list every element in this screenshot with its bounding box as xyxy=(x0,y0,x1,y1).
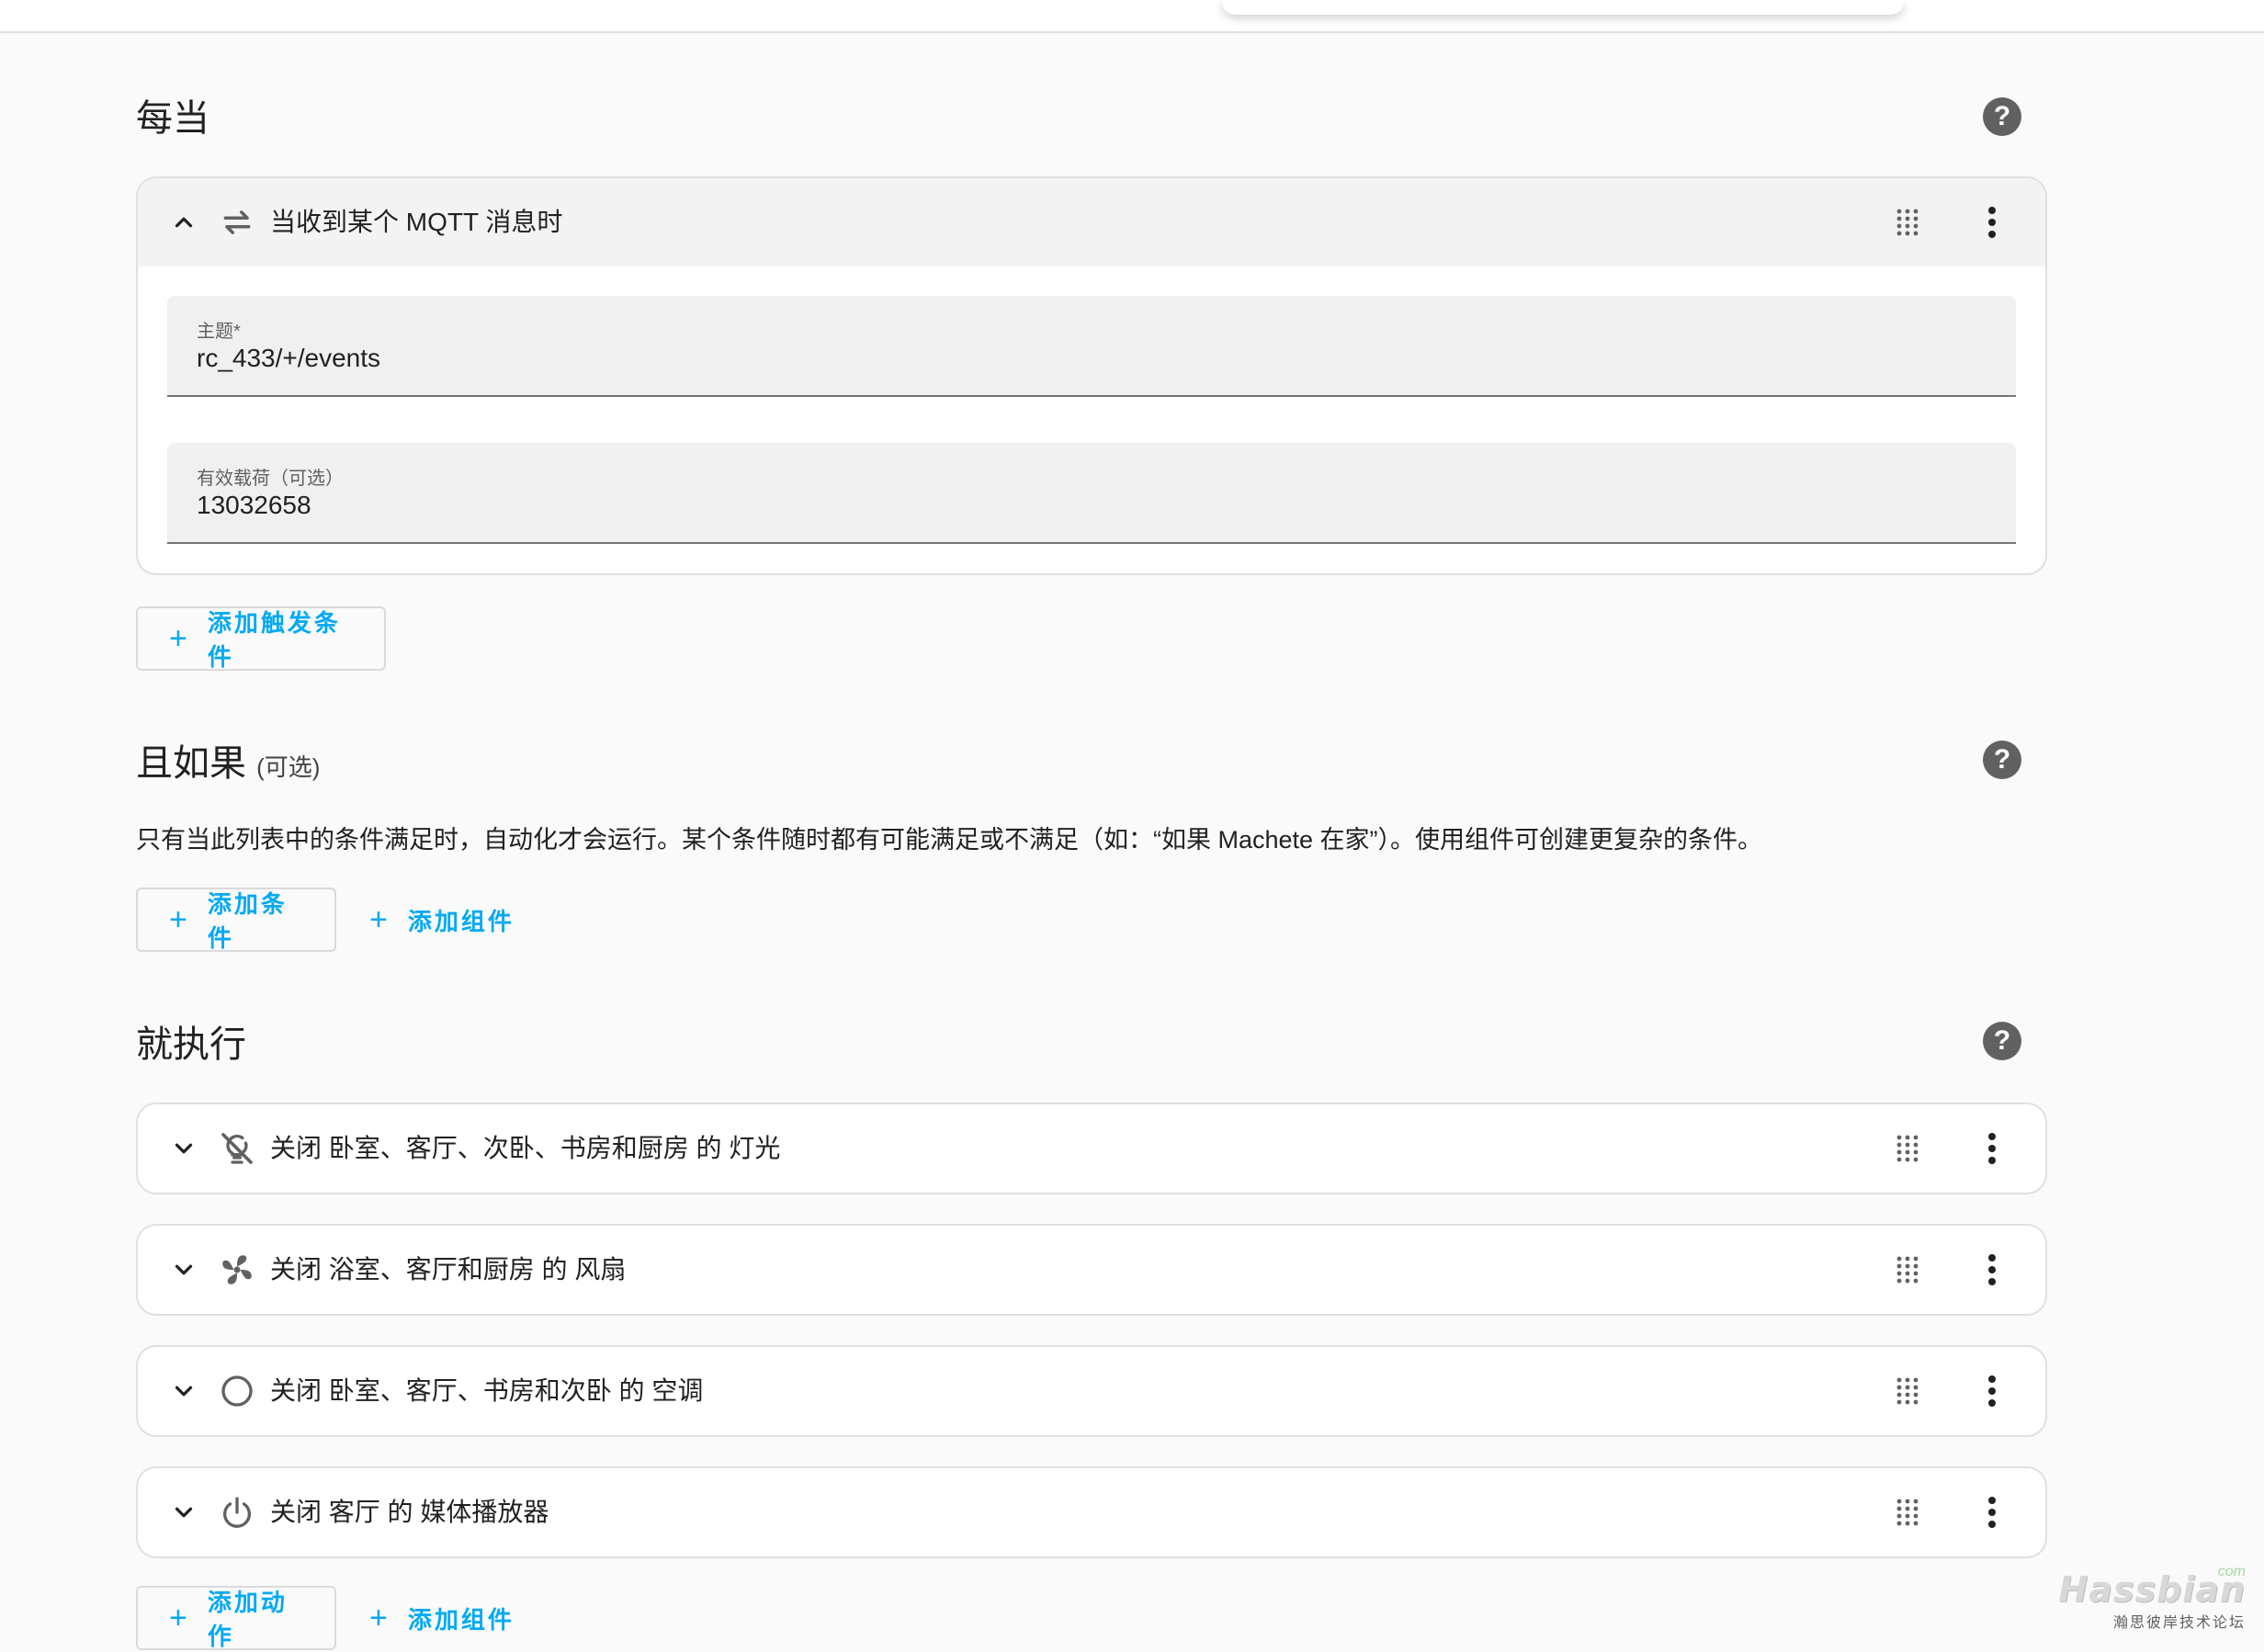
top-app-bar xyxy=(0,0,2264,33)
power-icon xyxy=(215,1490,259,1534)
drag-handle-icon[interactable] xyxy=(1889,1251,1926,1288)
add-condition-block-label: 添加组件 xyxy=(407,907,515,935)
drag-handle-icon[interactable] xyxy=(1889,1130,1926,1167)
action-card: 关闭 卧室、客厅、书房和次卧 的 空调 xyxy=(136,1345,2047,1437)
add-trigger-button[interactable]: + 添加触发条件 xyxy=(136,606,386,671)
action-card-header[interactable]: 关闭 浴室、客厅和厨房 的 风扇 xyxy=(138,1226,2045,1314)
chevron-down-icon[interactable] xyxy=(162,1369,206,1413)
action-title: 关闭 卧室、客厅、次卧、书房和厨房 的 灯光 xyxy=(270,1134,781,1162)
add-condition-label: 添加条件 xyxy=(207,890,288,952)
actions-section-title: 就执行 xyxy=(136,1024,246,1065)
action-title: 关闭 浴室、客厅和厨房 的 风扇 xyxy=(270,1255,627,1284)
drag-handle-icon[interactable] xyxy=(1889,204,1926,241)
action-card-header[interactable]: 关闭 卧室、客厅、书房和次卧 的 空调 xyxy=(138,1347,2045,1435)
more-vertical-icon[interactable] xyxy=(1970,1490,2014,1534)
drag-handle-icon[interactable] xyxy=(1889,1494,1926,1531)
payload-field[interactable]: 有效载荷（可选） 13032658 xyxy=(167,443,2016,544)
action-title: 关闭 客厅 的 媒体播放器 xyxy=(270,1498,549,1526)
swap-horizontal-icon xyxy=(215,200,259,244)
more-vertical-icon[interactable] xyxy=(1970,200,2014,244)
action-card: 关闭 客厅 的 媒体播放器 xyxy=(136,1466,2047,1558)
drag-handle-icon[interactable] xyxy=(1889,1373,1926,1409)
triggers-help-icon[interactable]: ? xyxy=(1983,97,2021,136)
plus-icon: + xyxy=(169,620,187,656)
topic-value[interactable]: rc_433/+/events xyxy=(197,344,380,373)
popup-menu-edge xyxy=(1222,0,1904,15)
add-action-block-label: 添加组件 xyxy=(407,1605,515,1634)
triggers-section-title: 每当 xyxy=(136,98,209,139)
more-vertical-icon[interactable] xyxy=(1970,1126,2014,1171)
action-card: 关闭 卧室、客厅、次卧、书房和厨房 的 灯光 xyxy=(136,1103,2047,1194)
conditions-title: 且如果 xyxy=(136,743,246,784)
payload-label: 有效载荷（可选） xyxy=(197,469,344,489)
conditions-section-title: 且如果 (可选) xyxy=(136,733,320,786)
add-action-button[interactable]: + 添加动作 xyxy=(136,1586,336,1650)
plus-icon: + xyxy=(169,1600,187,1635)
circle-outline-icon xyxy=(215,1369,259,1413)
action-card: 关闭 浴室、客厅和厨房 的 风扇 xyxy=(136,1224,2047,1316)
trigger-title: 当收到某个 MQTT 消息时 xyxy=(270,208,563,236)
fan-icon xyxy=(215,1248,259,1292)
actions-help-icon[interactable]: ? xyxy=(1983,1022,2021,1060)
conditions-help-icon[interactable]: ? xyxy=(1983,741,2021,779)
action-title: 关闭 卧室、客厅、书房和次卧 的 空调 xyxy=(270,1376,704,1405)
more-vertical-icon[interactable] xyxy=(1970,1248,2014,1292)
watermark-logo: com Hassbian 瀚思彼岸技术论坛 xyxy=(2058,1564,2246,1632)
plus-icon: + xyxy=(169,901,187,937)
action-card-header[interactable]: 关闭 卧室、客厅、次卧、书房和厨房 的 灯光 xyxy=(138,1104,2045,1193)
more-vertical-icon[interactable] xyxy=(1970,1369,2014,1413)
plus-icon: + xyxy=(369,1600,388,1635)
plus-icon: + xyxy=(369,901,388,937)
payload-value[interactable]: 13032658 xyxy=(197,491,311,520)
watermark-com: com xyxy=(2217,1564,2246,1579)
trigger-card: 当收到某个 MQTT 消息时 主题* rc_433/+/events 有效载荷（… xyxy=(136,176,2047,575)
topic-field[interactable]: 主题* rc_433/+/events xyxy=(167,296,2016,397)
chevron-up-icon[interactable] xyxy=(162,200,206,244)
conditions-optional-label: (可选) xyxy=(256,753,321,781)
topic-label: 主题* xyxy=(197,322,241,342)
watermark-sub: 瀚思彼岸技术论坛 xyxy=(2112,1615,2246,1631)
add-condition-button[interactable]: + 添加条件 xyxy=(136,888,336,952)
add-condition-block-button[interactable]: + 添加组件 xyxy=(369,888,515,952)
action-card-header[interactable]: 关闭 客厅 的 媒体播放器 xyxy=(138,1468,2045,1556)
add-trigger-label: 添加触发条件 xyxy=(207,609,341,671)
chevron-down-icon[interactable] xyxy=(162,1490,206,1534)
trigger-card-header[interactable]: 当收到某个 MQTT 消息时 xyxy=(138,178,2045,266)
chevron-down-icon[interactable] xyxy=(162,1126,206,1171)
conditions-description: 只有当此列表中的条件满足时，自动化才会运行。某个条件随时都有可能满足或不满足（如… xyxy=(136,826,1763,854)
lightbulb-off-icon xyxy=(215,1126,259,1171)
add-action-block-button[interactable]: + 添加组件 xyxy=(369,1586,515,1650)
add-action-label: 添加动作 xyxy=(207,1589,288,1650)
chevron-down-icon[interactable] xyxy=(162,1248,206,1292)
